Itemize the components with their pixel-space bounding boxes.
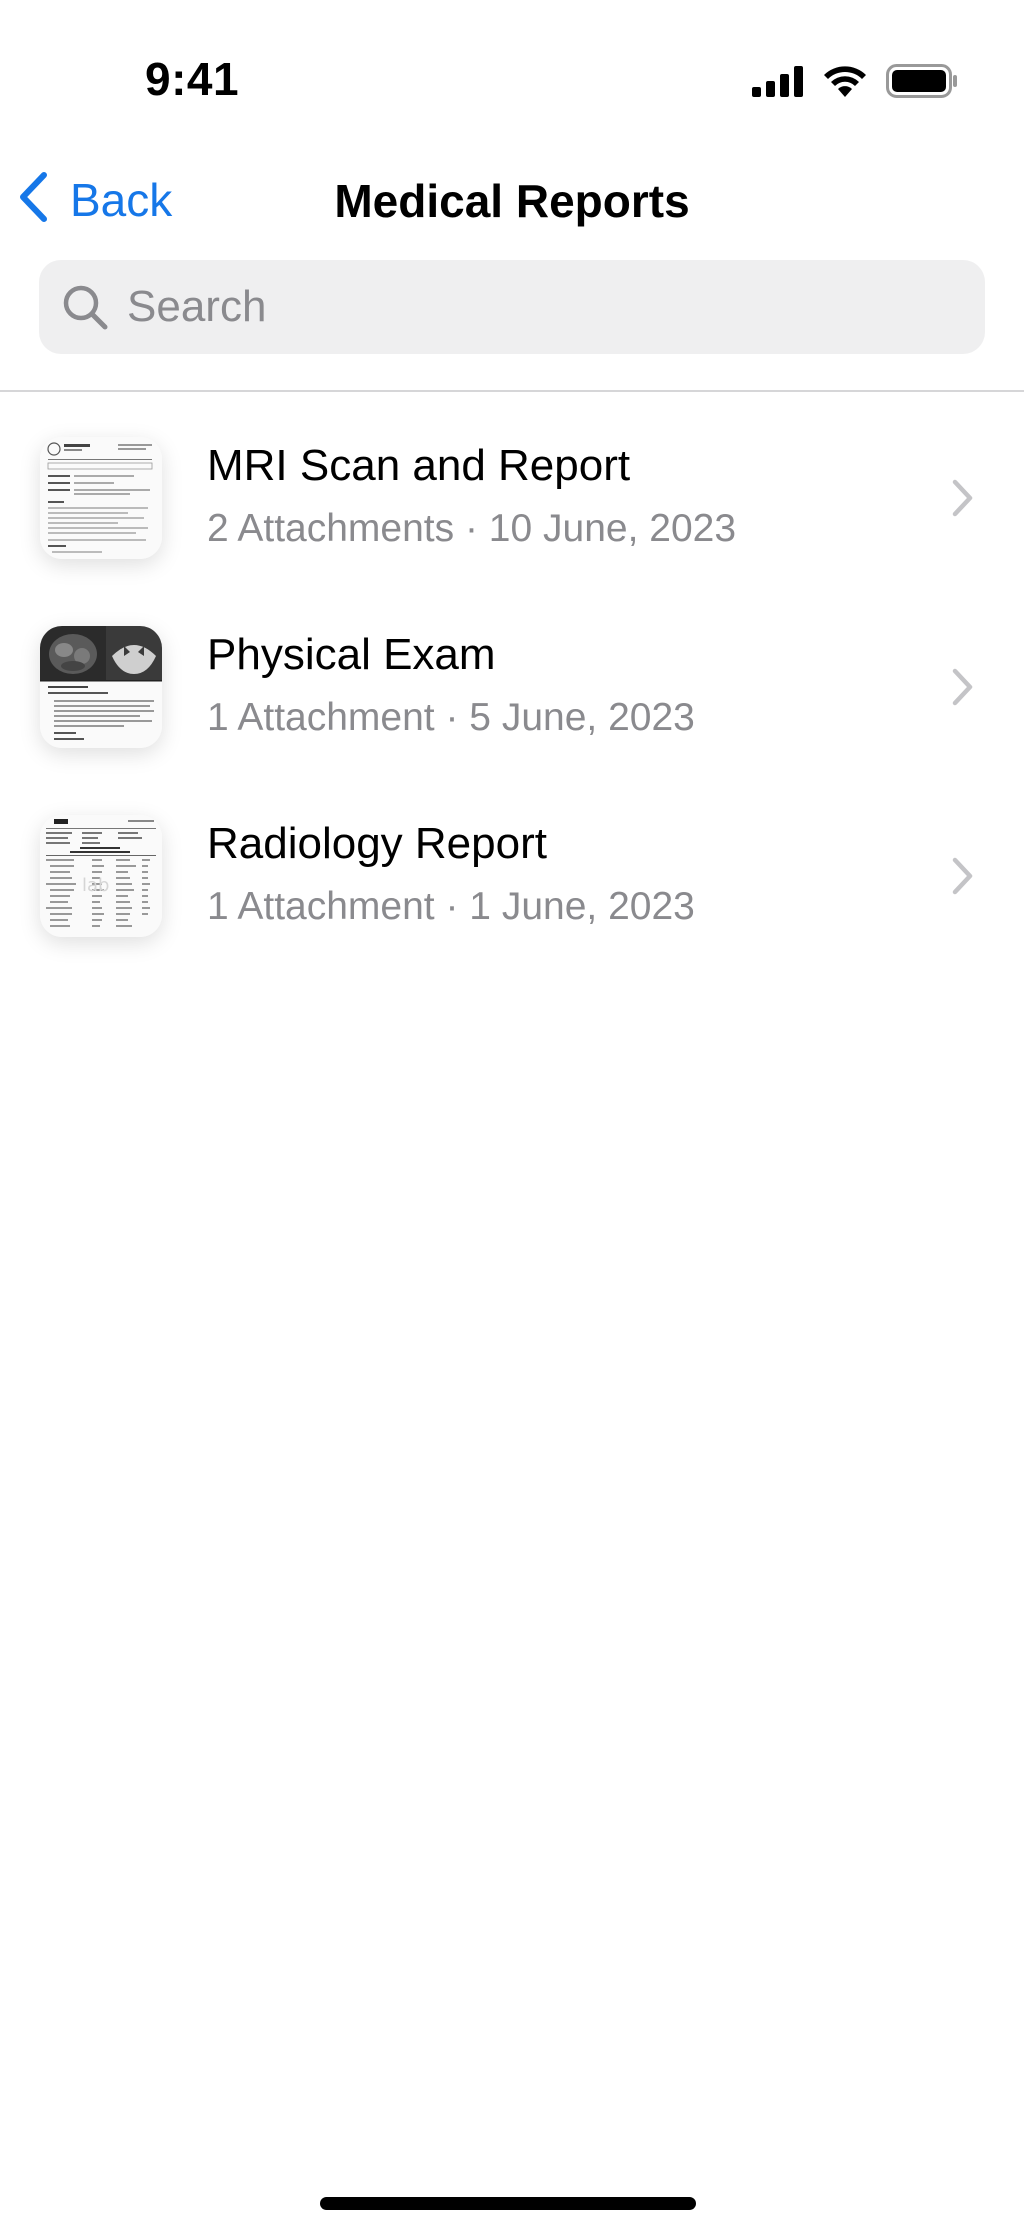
status-bar: 9:41 — [0, 0, 1024, 150]
status-time: 9:41 — [145, 53, 240, 105]
document-thumbnail — [40, 437, 162, 559]
svg-text:lab: lab — [82, 875, 109, 896]
navigation-bar: Back Medical Reports — [0, 150, 1024, 250]
search-bar[interactable] — [39, 260, 985, 354]
search-divider — [0, 390, 1024, 392]
report-item-radiology-report[interactable]: lab Radiology Report 1 Attachment · 1 Ju… — [0, 781, 1024, 970]
scan-thumbnail — [40, 626, 162, 748]
report-item-mri-scan[interactable]: MRI Scan and Report 2 Attachments · 10 J… — [0, 403, 1024, 592]
cellular-signal-icon — [752, 65, 804, 102]
battery-icon — [886, 64, 958, 103]
home-indicator[interactable] — [320, 2197, 696, 2210]
status-icons — [752, 64, 958, 103]
report-subtitle: 2 Attachments · 10 June, 2023 — [207, 507, 737, 550]
report-subtitle: 1 Attachment · 5 June, 2023 — [207, 696, 695, 739]
search-icon — [61, 283, 109, 331]
page-title: Medical Reports — [334, 175, 690, 227]
chevron-right-icon — [952, 857, 974, 900]
report-title: Radiology Report — [207, 819, 547, 868]
report-list: MRI Scan and Report 2 Attachments · 10 J… — [0, 403, 1024, 970]
wifi-icon — [822, 64, 868, 103]
report-item-physical-exam[interactable]: Physical Exam 1 Attachment · 5 June, 202… — [0, 592, 1024, 781]
report-subtitle: 1 Attachment · 1 June, 2023 — [207, 885, 695, 928]
report-title: Physical Exam — [207, 630, 496, 679]
search-input[interactable] — [125, 281, 949, 333]
lab-table-thumbnail: lab — [40, 815, 162, 937]
report-title: MRI Scan and Report — [207, 441, 631, 490]
chevron-right-icon — [952, 479, 974, 522]
chevron-right-icon — [952, 668, 974, 711]
